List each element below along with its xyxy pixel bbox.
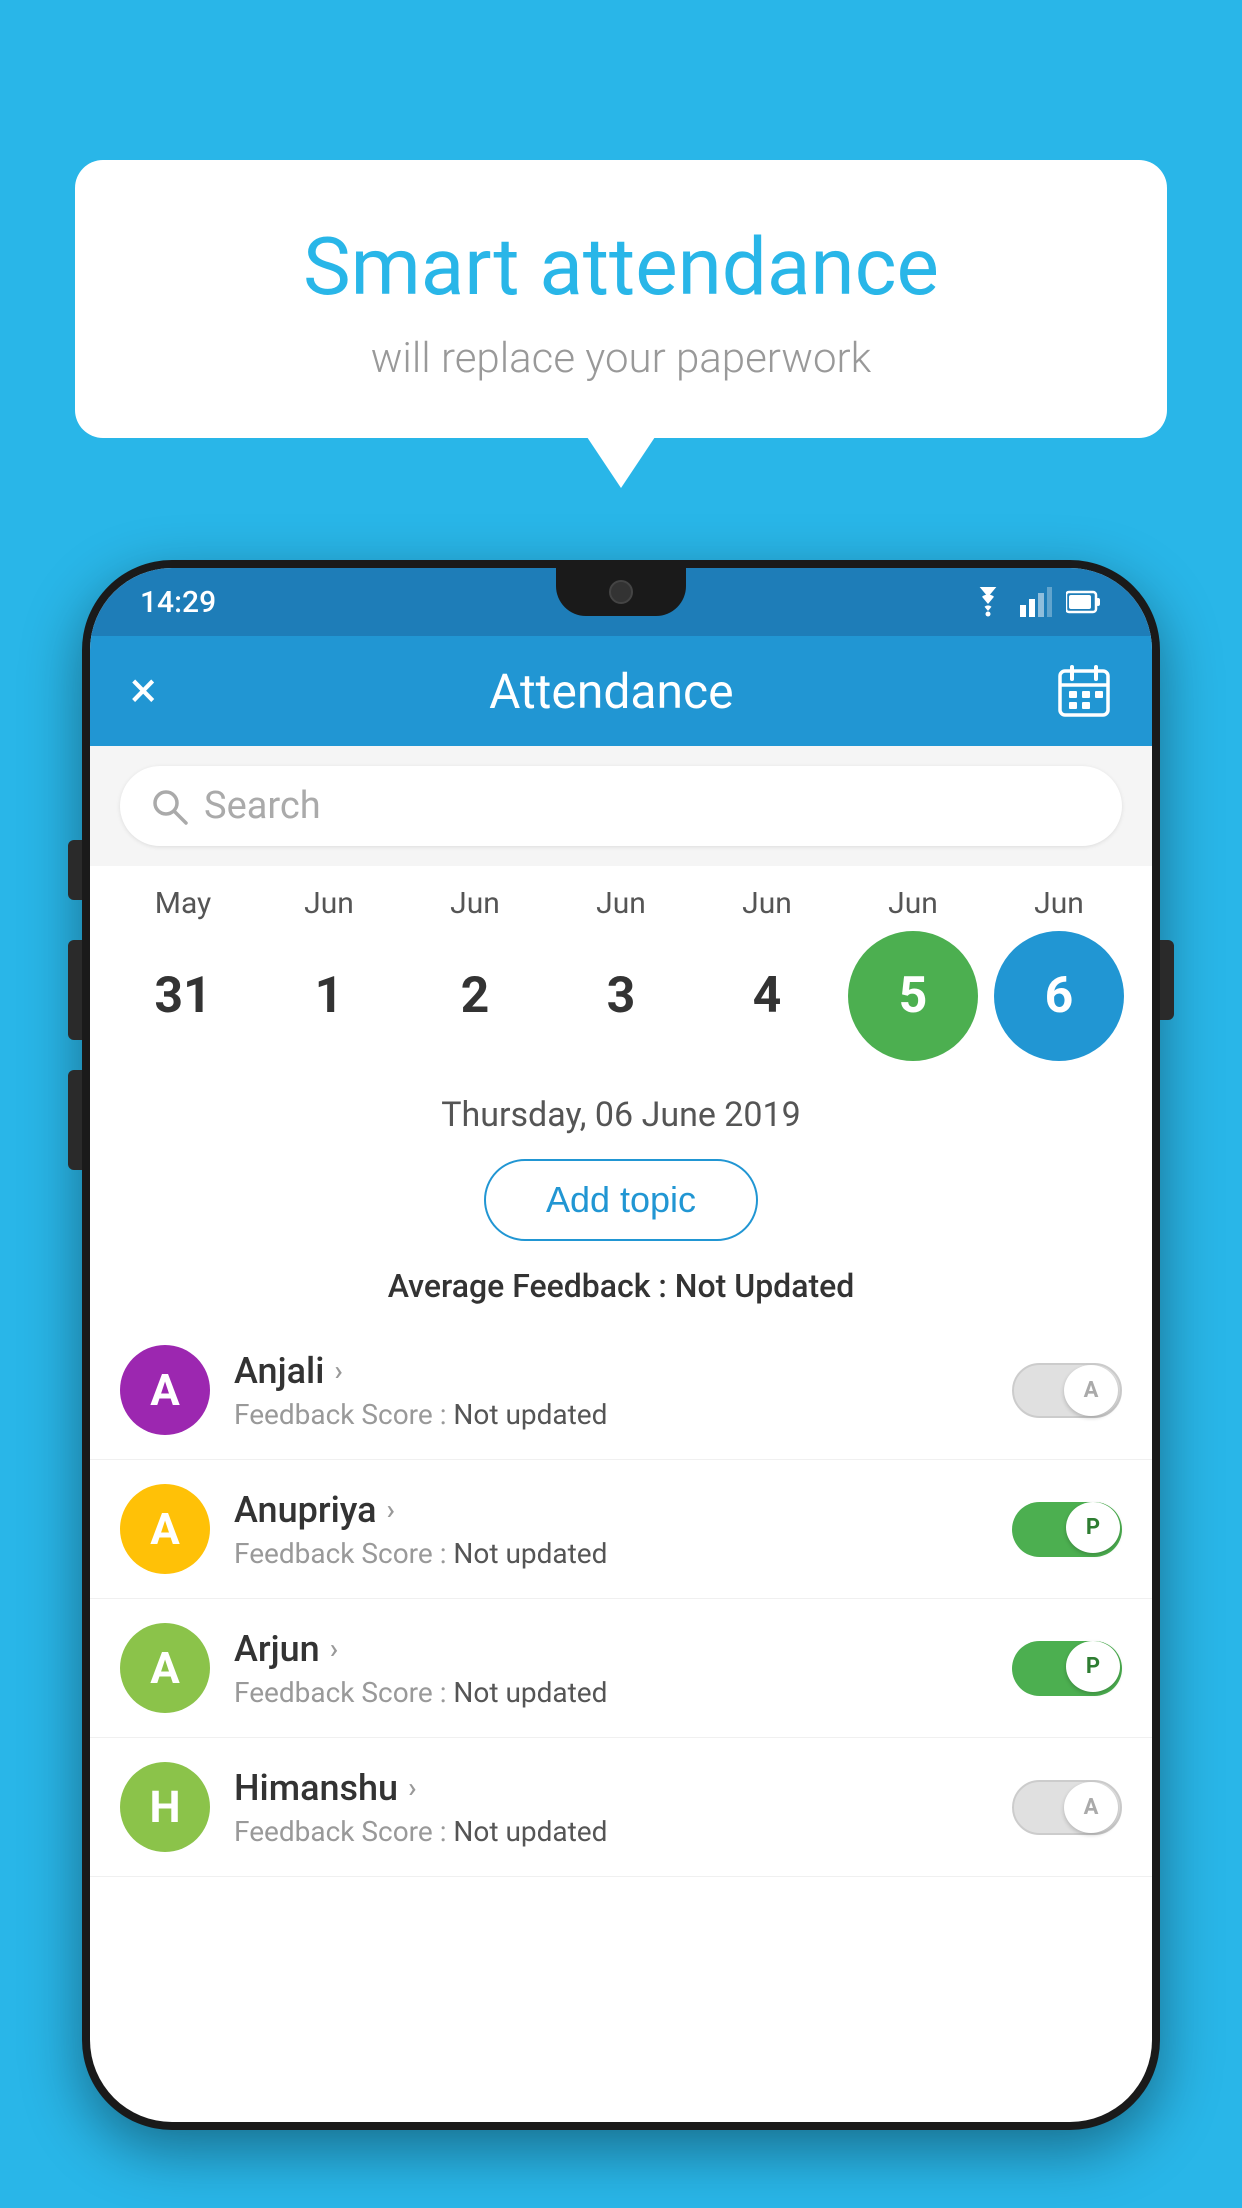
search-bar-container: Search [90, 746, 1152, 866]
student-avatar-arjun: A [120, 1623, 210, 1713]
calendar-months: May Jun Jun Jun Jun Jun Jun [110, 886, 1132, 921]
student-avatar-himanshu: H [120, 1762, 210, 1852]
average-feedback: Average Feedback : Not Updated [90, 1251, 1152, 1321]
month-5: Jun [848, 886, 978, 921]
student-list: A Anjali › Feedback Score : Not updated … [90, 1321, 1152, 1877]
app-bar: × Attendance [90, 636, 1152, 746]
toggle-knob-anjali: A [1064, 1365, 1118, 1416]
student-item-anjali[interactable]: A Anjali › Feedback Score : Not updated … [90, 1321, 1152, 1460]
student-item-anupriya[interactable]: A Anupriya › Feedback Score : Not update… [90, 1460, 1152, 1599]
student-chevron-anupriya: › [387, 1493, 395, 1526]
calendar-days: 31 1 2 3 4 5 6 [110, 931, 1132, 1061]
attendance-toggle-anjali[interactable]: A [1012, 1363, 1122, 1418]
wifi-icon [970, 587, 1006, 617]
add-topic-button[interactable]: Add topic [484, 1159, 758, 1241]
student-chevron-himanshu: › [408, 1771, 416, 1804]
average-feedback-value: Not Updated [675, 1267, 855, 1305]
selected-date: Thursday, 06 June 2019 [90, 1071, 1152, 1149]
student-name-arjun: Arjun › [234, 1628, 988, 1670]
student-feedback-arjun: Feedback Score : Not updated [234, 1676, 988, 1709]
search-placeholder: Search [204, 784, 321, 828]
student-feedback-himanshu: Feedback Score : Not updated [234, 1815, 988, 1848]
month-6: Jun [994, 886, 1124, 921]
status-time: 14:29 [140, 585, 216, 620]
calendar-strip: May Jun Jun Jun Jun Jun Jun 31 1 2 3 4 5… [90, 866, 1152, 1071]
student-info-anupriya: Anupriya › Feedback Score : Not updated [234, 1489, 988, 1570]
attendance-toggle-himanshu[interactable]: A [1012, 1780, 1122, 1835]
toggle-knob-himanshu: A [1064, 1782, 1118, 1833]
phone-container: 14:29 [82, 560, 1160, 2208]
attendance-toggle-arjun[interactable]: P [1012, 1641, 1122, 1696]
phone-notch [556, 568, 686, 616]
student-feedback-anupriya: Feedback Score : Not updated [234, 1537, 988, 1570]
signal-icon [1020, 587, 1052, 617]
calendar-day-4[interactable]: 4 [702, 931, 832, 1061]
volume-up-button [68, 940, 82, 1040]
toggle-knob-anupriya: P [1066, 1502, 1120, 1553]
calendar-icon[interactable] [1056, 663, 1112, 719]
calendar-day-1[interactable]: 1 [264, 931, 394, 1061]
speech-bubble-title: Smart attendance [155, 220, 1087, 314]
phone-screen: 14:29 [90, 568, 1152, 2122]
student-avatar-anjali: A [120, 1345, 210, 1435]
volume-button-right [1160, 940, 1174, 1020]
student-name-himanshu: Himanshu › [234, 1767, 988, 1809]
calendar-day-2[interactable]: 2 [410, 931, 540, 1061]
month-4: Jun [702, 886, 832, 921]
month-2: Jun [410, 886, 540, 921]
add-topic-container: Add topic [90, 1149, 1152, 1251]
speech-bubble: Smart attendance will replace your paper… [75, 160, 1167, 438]
month-1: Jun [264, 886, 394, 921]
app-bar-title: Attendance [167, 663, 1056, 720]
month-3: Jun [556, 886, 686, 921]
student-info-anjali: Anjali › Feedback Score : Not updated [234, 1350, 988, 1431]
student-feedback-anjali: Feedback Score : Not updated [234, 1398, 988, 1431]
speech-bubble-subtitle: will replace your paperwork [155, 334, 1087, 383]
student-info-arjun: Arjun › Feedback Score : Not updated [234, 1628, 988, 1709]
student-avatar-anupriya: A [120, 1484, 210, 1574]
search-bar[interactable]: Search [120, 766, 1122, 846]
student-info-himanshu: Himanshu › Feedback Score : Not updated [234, 1767, 988, 1848]
toggle-knob-arjun: P [1066, 1641, 1120, 1692]
attendance-toggle-anupriya[interactable]: P [1012, 1502, 1122, 1557]
student-item-himanshu[interactable]: H Himanshu › Feedback Score : Not update… [90, 1738, 1152, 1877]
status-icons [970, 587, 1102, 617]
phone-frame: 14:29 [82, 560, 1160, 2130]
student-chevron-anjali: › [334, 1354, 342, 1387]
power-button [68, 840, 82, 900]
average-feedback-label: Average Feedback : [388, 1267, 675, 1305]
calendar-day-6[interactable]: 6 [994, 931, 1124, 1061]
student-item-arjun[interactable]: A Arjun › Feedback Score : Not updated P [90, 1599, 1152, 1738]
battery-icon [1066, 589, 1102, 615]
search-icon [150, 787, 188, 825]
front-camera [609, 580, 633, 604]
student-chevron-arjun: › [330, 1632, 338, 1665]
calendar-day-3[interactable]: 3 [556, 931, 686, 1061]
student-name-anupriya: Anupriya › [234, 1489, 988, 1531]
volume-down-button [68, 1070, 82, 1170]
month-0: May [118, 886, 248, 921]
calendar-day-31[interactable]: 31 [118, 931, 248, 1061]
student-name-anjali: Anjali › [234, 1350, 988, 1392]
calendar-day-5[interactable]: 5 [848, 931, 978, 1061]
close-button[interactable]: × [130, 666, 157, 716]
